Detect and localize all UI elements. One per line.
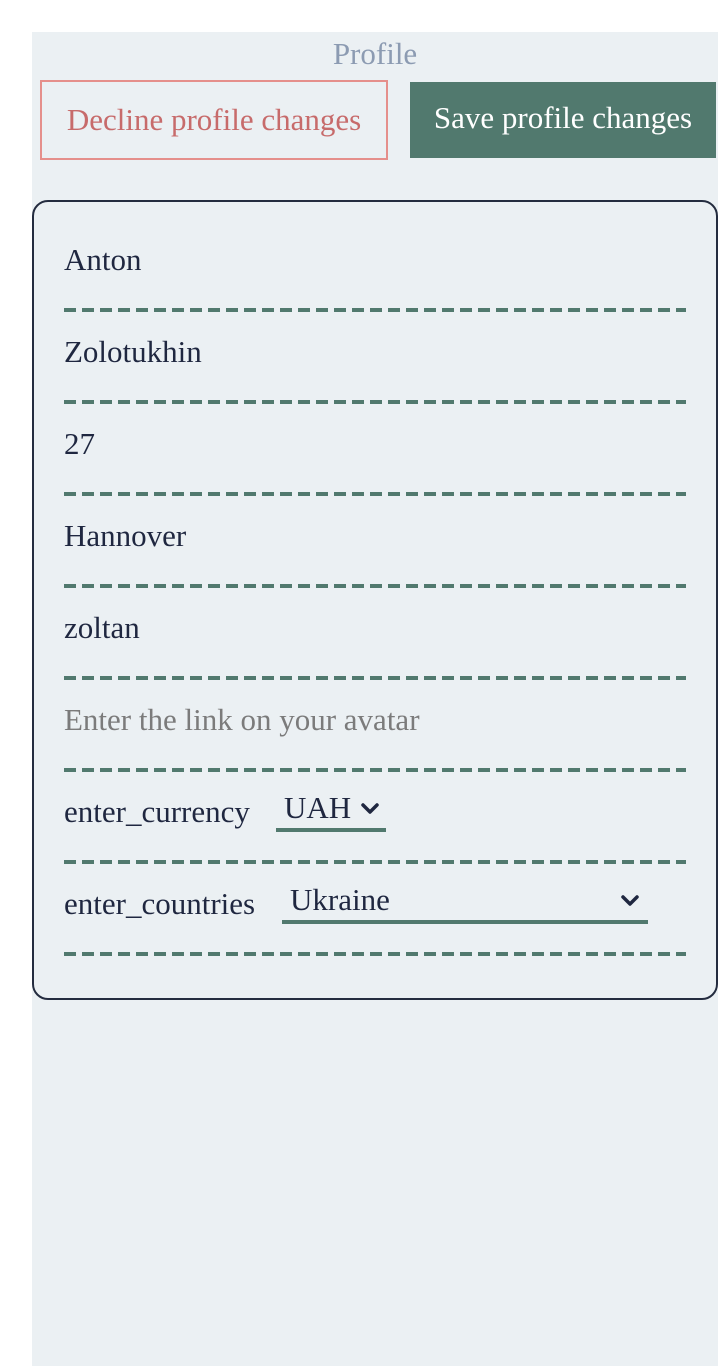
first-name-value[interactable]: Anton <box>64 240 142 280</box>
country-select[interactable]: Ukraine <box>282 880 648 924</box>
page-title: Profile <box>332 36 418 71</box>
username-field[interactable]: zoltan <box>64 580 686 680</box>
city-value[interactable]: Hannover <box>64 516 186 556</box>
avatar-link-field[interactable]: Enter the link on your avatar <box>64 672 686 772</box>
currency-select[interactable]: UAH <box>276 788 386 832</box>
save-button[interactable]: Save profile changes <box>410 82 716 158</box>
chevron-down-icon <box>361 803 379 814</box>
field-underline <box>64 952 686 956</box>
username-value[interactable]: zoltan <box>64 608 140 648</box>
currency-label: enter_currency <box>64 794 250 829</box>
currency-field: enter_currency UAH <box>64 764 686 864</box>
country-label: enter_countries <box>64 886 256 921</box>
age-value[interactable]: 27 <box>64 424 95 464</box>
last-name-value[interactable]: Zolotukhin <box>64 332 202 372</box>
first-name-field[interactable]: Anton <box>64 212 686 312</box>
chevron-down-icon <box>621 895 639 906</box>
age-field[interactable]: 27 <box>64 396 686 496</box>
profile-form: Anton Zolotukhin 27 Hannover zoltan Ente… <box>32 200 718 1000</box>
city-field[interactable]: Hannover <box>64 488 686 588</box>
country-selected-value: Ukraine <box>290 882 390 917</box>
currency-selected-value: UAH <box>284 790 352 825</box>
country-field: enter_countries Ukraine <box>64 856 686 956</box>
decline-button[interactable]: Decline profile changes <box>40 80 388 160</box>
avatar-link-placeholder[interactable]: Enter the link on your avatar <box>64 700 420 740</box>
last-name-field[interactable]: Zolotukhin <box>64 304 686 404</box>
profile-page: Profile Decline profile changes Save pro… <box>32 32 718 1366</box>
